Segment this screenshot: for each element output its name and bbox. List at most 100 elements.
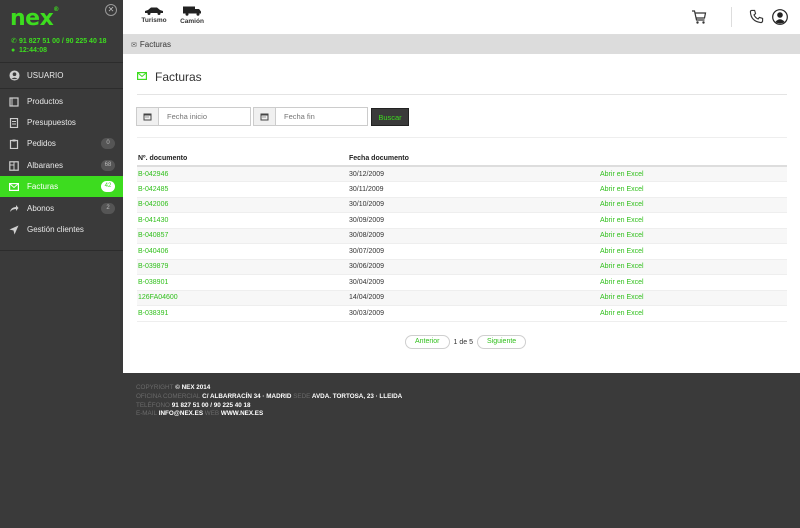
open-excel-link[interactable]: Abrir en Excel bbox=[599, 243, 787, 260]
calendar-icon[interactable] bbox=[254, 108, 276, 125]
footer-value: C/ ALBARRACÍN 34 · MADRID bbox=[202, 392, 292, 400]
document-date: 30/12/2009 bbox=[348, 166, 599, 182]
open-excel-link[interactable]: Abrir en Excel bbox=[599, 274, 787, 291]
sidebar-item-gestion-clientes[interactable]: Gestión clientes bbox=[0, 219, 123, 240]
document-number-link[interactable]: 126FA04600 bbox=[137, 290, 348, 306]
footer-email-link[interactable]: INFO@NEX.ES bbox=[159, 410, 203, 417]
footer-phone: TELÉFONO 91 827 51 00 / 90 225 40 18 bbox=[136, 402, 800, 411]
sidebar-user[interactable]: USUARIO bbox=[0, 65, 123, 86]
previous-page-button[interactable]: Anterior bbox=[405, 335, 450, 349]
start-date-field[interactable] bbox=[136, 107, 251, 126]
count-badge: 0 bbox=[101, 138, 115, 149]
footer-key: WEB bbox=[204, 410, 220, 418]
document-date: 30/11/2009 bbox=[348, 181, 599, 198]
vehicle-label: Turismo bbox=[141, 17, 167, 24]
sidebar-item-label: Albaranes bbox=[27, 161, 64, 170]
next-page-button[interactable]: Siguiente bbox=[476, 335, 527, 349]
sidebar-item-abonos[interactable]: Abonos 2 bbox=[0, 198, 123, 219]
column-header-action bbox=[599, 152, 787, 167]
table-row: B-039879 30/06/2009 Abrir en Excel bbox=[137, 259, 787, 275]
table-row: B-040857 30/08/2009 Abrir en Excel bbox=[137, 228, 787, 244]
sidebar-item-label: Abonos bbox=[27, 204, 55, 213]
nex-logo[interactable]: nex® bbox=[10, 6, 59, 31]
table-row: B-041430 30/09/2009 Abrir en Excel bbox=[137, 212, 787, 229]
user-icon[interactable] bbox=[772, 9, 788, 25]
send-icon bbox=[8, 224, 20, 236]
column-header-document: Nº. documento bbox=[137, 152, 348, 167]
document-number-link[interactable]: B-038391 bbox=[137, 305, 348, 322]
phone-icon[interactable] bbox=[749, 9, 765, 25]
sidebar-item-label: Pedidos bbox=[27, 139, 56, 148]
truck-icon bbox=[183, 6, 201, 16]
sidebar-item-presupuestos[interactable]: Presupuestos bbox=[0, 112, 123, 133]
document-number-link[interactable]: B-042946 bbox=[137, 166, 348, 182]
end-date-input[interactable] bbox=[276, 108, 367, 125]
footer-contact: E-MAIL INFO@NEX.ES WEB WWW.NEX.ES bbox=[136, 410, 800, 419]
count-badge: 2 bbox=[101, 203, 115, 214]
open-excel-link[interactable]: Abrir en Excel bbox=[599, 212, 787, 229]
document-date: 30/08/2009 bbox=[348, 228, 599, 244]
sidebar-item-label: Productos bbox=[27, 97, 64, 106]
footer-copyright: COPYRIGHT © NEX 2014 bbox=[136, 384, 800, 393]
count-badge: 42 bbox=[101, 181, 115, 192]
open-excel-link[interactable]: Abrir en Excel bbox=[599, 305, 787, 322]
vehicle-tab-turismo[interactable]: Turismo bbox=[139, 6, 169, 24]
document-date: 30/03/2009 bbox=[348, 305, 599, 322]
column-header-date: Fecha documento bbox=[348, 152, 599, 167]
contact-info: ✆ 91 827 51 00 / 90 225 40 18 ● 12:44:08 bbox=[11, 37, 107, 55]
main-content: Facturas Buscar Nº. documento Fecha docu… bbox=[123, 54, 800, 373]
table-row: B-042485 30/11/2009 Abrir en Excel bbox=[137, 181, 787, 198]
document-number-link[interactable]: B-041430 bbox=[137, 212, 348, 229]
open-excel-link[interactable]: Abrir en Excel bbox=[599, 166, 787, 182]
footer-key: OFICINA COMERCIAL bbox=[136, 392, 201, 400]
calendar-icon[interactable] bbox=[137, 108, 159, 125]
footer-key: COPYRIGHT bbox=[136, 384, 174, 391]
sidebar-item-pedidos[interactable]: Pedidos 0 bbox=[0, 133, 123, 154]
open-excel-link[interactable]: Abrir en Excel bbox=[599, 259, 787, 275]
table-row: B-042006 30/10/2009 Abrir en Excel bbox=[137, 197, 787, 213]
cart-icon[interactable] bbox=[691, 9, 707, 25]
phone-icon: ✆ bbox=[11, 38, 17, 45]
document-number-link[interactable]: B-042485 bbox=[137, 181, 348, 198]
start-date-input[interactable] bbox=[159, 108, 250, 125]
document-date: 30/10/2009 bbox=[348, 197, 599, 213]
sidebar: nex® ✕ ✆ 91 827 51 00 / 90 225 40 18 ● 12:… bbox=[0, 0, 123, 528]
table-row: B-038391 30/03/2009 Abrir en Excel bbox=[137, 305, 787, 322]
share-arrow-icon bbox=[8, 203, 20, 215]
table-row: 126FA04600 14/04/2009 Abrir en Excel bbox=[137, 290, 787, 306]
envelope-icon bbox=[8, 181, 20, 193]
document-number-link[interactable]: B-038901 bbox=[137, 274, 348, 291]
open-excel-link[interactable]: Abrir en Excel bbox=[599, 181, 787, 198]
sidebar-item-albaranes[interactable]: Albaranes 68 bbox=[0, 155, 123, 176]
open-excel-link[interactable]: Abrir en Excel bbox=[599, 228, 787, 244]
search-button[interactable]: Buscar bbox=[371, 108, 409, 126]
vehicle-label: Camión bbox=[180, 18, 204, 25]
open-excel-link[interactable]: Abrir en Excel bbox=[599, 290, 787, 306]
footer-address: OFICINA COMERCIAL C/ ALBARRACÍN 34 · MAD… bbox=[136, 393, 800, 402]
document-date: 30/07/2009 bbox=[348, 243, 599, 260]
document-number-link[interactable]: B-040857 bbox=[137, 228, 348, 244]
sidebar-item-facturas[interactable]: Facturas 42 bbox=[0, 176, 123, 197]
sidebar-item-productos[interactable]: Productos bbox=[0, 91, 123, 112]
footer-web-link[interactable]: WWW.NEX.ES bbox=[221, 410, 263, 417]
page-title-text: Facturas bbox=[155, 70, 202, 84]
close-sidebar-button[interactable]: ✕ bbox=[105, 4, 117, 16]
columns-icon bbox=[8, 160, 20, 172]
end-date-field[interactable] bbox=[253, 107, 368, 126]
sidebar-item-label: Facturas bbox=[27, 182, 59, 191]
clock-dot-icon: ● bbox=[11, 47, 16, 54]
page-title: Facturas bbox=[137, 70, 202, 84]
logo-mark: ® bbox=[53, 6, 59, 13]
document-number-link[interactable]: B-039879 bbox=[137, 259, 348, 275]
header-divider bbox=[731, 7, 732, 27]
document-number-link[interactable]: B-040406 bbox=[137, 243, 348, 260]
footer-value: © NEX 2014 bbox=[175, 384, 211, 391]
sidebar-divider bbox=[0, 250, 123, 251]
vehicle-tab-camion[interactable]: Camión bbox=[177, 6, 207, 25]
document-icon bbox=[8, 117, 20, 129]
user-label: USUARIO bbox=[27, 71, 64, 80]
invoices-table: Nº. documento Fecha documento B-042946 30… bbox=[137, 152, 787, 322]
open-excel-link[interactable]: Abrir en Excel bbox=[599, 197, 787, 213]
document-number-link[interactable]: B-042006 bbox=[137, 197, 348, 213]
breadcrumb-current[interactable]: Facturas bbox=[140, 40, 171, 49]
